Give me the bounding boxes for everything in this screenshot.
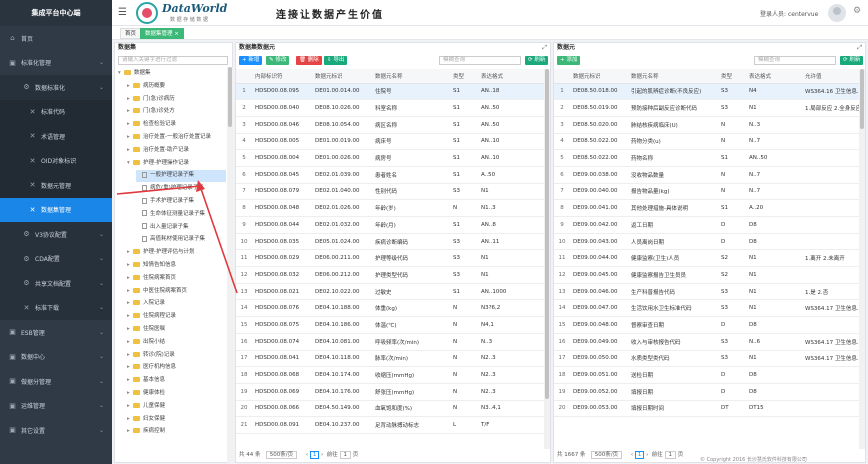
annotation-arrow-line-2: [116, 185, 201, 195]
annotation-arrow-line: [199, 185, 238, 294]
annotation-arrow: [116, 180, 238, 294]
